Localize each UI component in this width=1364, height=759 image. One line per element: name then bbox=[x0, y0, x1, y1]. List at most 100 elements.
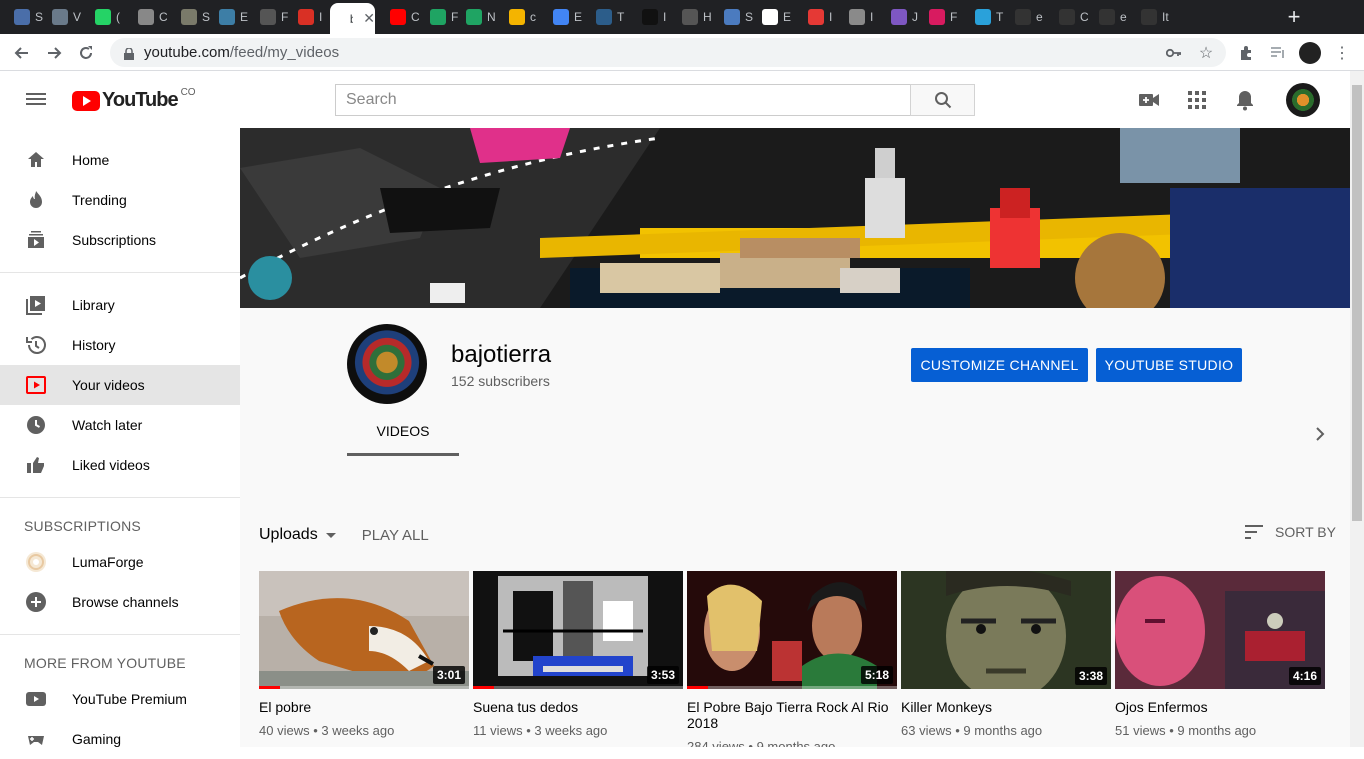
browser-tab[interactable]: F bbox=[252, 4, 289, 30]
browser-tab[interactable]: e bbox=[1091, 4, 1128, 30]
sidebar-item-label: Liked videos bbox=[72, 457, 150, 473]
youtube-logo[interactable]: YouTube CO bbox=[72, 87, 196, 112]
add-circle-icon bbox=[24, 590, 48, 614]
sidebar-item-browse-channels[interactable]: Browse channels bbox=[0, 582, 240, 622]
profile-avatar[interactable] bbox=[1299, 42, 1321, 64]
tab-favicon bbox=[260, 9, 276, 25]
browser-tab[interactable]: C bbox=[130, 4, 167, 30]
sidebar-item-liked-videos[interactable]: Liked videos bbox=[0, 445, 240, 485]
search-button[interactable] bbox=[910, 84, 975, 116]
browser-tab[interactable]: H bbox=[674, 4, 711, 30]
browser-tab[interactable]: E bbox=[545, 4, 582, 30]
media-control-icon[interactable] bbox=[1267, 42, 1289, 64]
sidebar-item-gaming[interactable]: Gaming bbox=[0, 719, 240, 759]
guide-menu-icon[interactable] bbox=[24, 90, 48, 110]
tab-title: e bbox=[1036, 10, 1043, 24]
video-title[interactable]: Killer Monkeys bbox=[901, 699, 1111, 715]
browser-tab[interactable]: E bbox=[754, 4, 791, 30]
apps-grid-icon[interactable] bbox=[1185, 88, 1209, 112]
tab-favicon bbox=[891, 9, 907, 25]
browser-tab[interactable]: S bbox=[716, 4, 753, 30]
search-input[interactable]: Search bbox=[335, 84, 911, 116]
key-icon[interactable] bbox=[1163, 42, 1185, 64]
video-thumbnail[interactable]: 3:38 bbox=[901, 571, 1111, 689]
tab-favicon bbox=[975, 9, 991, 25]
video-thumbnail[interactable]: 3:53 bbox=[473, 571, 683, 689]
browser-menu-icon[interactable]: ⋮ bbox=[1331, 42, 1353, 64]
video-thumbnail[interactable]: 3:01 bbox=[259, 571, 469, 689]
video-title[interactable]: Ojos Enfermos bbox=[1115, 699, 1325, 715]
scrollbar-thumb[interactable] bbox=[1352, 85, 1362, 521]
video-card[interactable]: 3:01 El pobre 40 views • 3 weeks ago bbox=[259, 571, 469, 738]
address-bar[interactable]: youtube.com/feed/my_videos bbox=[110, 38, 1226, 67]
channel-page: bajotierra 152 subscribers CUSTOMIZE CHA… bbox=[240, 128, 1350, 747]
sidebar-item-library[interactable]: Library bbox=[0, 285, 240, 325]
tab-videos[interactable]: VIDEOS bbox=[347, 408, 459, 456]
video-title[interactable]: El pobre bbox=[259, 699, 469, 715]
forward-button[interactable] bbox=[42, 41, 66, 65]
tab-favicon bbox=[808, 9, 824, 25]
video-card[interactable]: 4:16 Ojos Enfermos 51 views • 9 months ago bbox=[1115, 571, 1325, 738]
browser-tab[interactable]: I bbox=[634, 4, 671, 30]
tab-favicon bbox=[430, 9, 446, 25]
browser-tab[interactable]: b ✕ bbox=[330, 3, 375, 34]
account-avatar[interactable] bbox=[1286, 83, 1320, 117]
sidebar-item-your-videos[interactable]: Your videos bbox=[0, 365, 240, 405]
sidebar-item-youtube-premium[interactable]: YouTube Premium bbox=[0, 679, 240, 719]
browser-tab[interactable]: S bbox=[6, 4, 43, 30]
browser-tab[interactable]: c bbox=[501, 4, 538, 30]
tab-title: N bbox=[487, 10, 495, 24]
browser-tab[interactable]: ( bbox=[87, 4, 124, 30]
browser-tab[interactable]: I bbox=[800, 4, 837, 30]
video-thumbnail[interactable]: 4:16 bbox=[1115, 571, 1325, 689]
browser-tab[interactable]: T bbox=[588, 4, 625, 30]
browser-tab[interactable]: I bbox=[290, 4, 327, 30]
chevron-right-icon[interactable] bbox=[1310, 424, 1330, 444]
extensions-icon[interactable] bbox=[1235, 42, 1257, 64]
sidebar-item-watch-later[interactable]: Watch later bbox=[0, 405, 240, 445]
browser-tab[interactable]: F bbox=[422, 4, 459, 30]
sidebar-item-history[interactable]: History bbox=[0, 325, 240, 365]
subscriber-count: 152 subscribers bbox=[451, 373, 550, 389]
url-host: youtube.com bbox=[144, 44, 230, 61]
video-thumbnail[interactable]: 5:18 bbox=[687, 571, 897, 689]
video-title[interactable]: Suena tus dedos bbox=[473, 699, 683, 715]
reload-button[interactable] bbox=[74, 41, 98, 65]
tab-favicon bbox=[1099, 9, 1115, 25]
sort-by-button[interactable]: SORT BY bbox=[1243, 523, 1336, 541]
browser-tab[interactable]: C bbox=[1051, 4, 1088, 30]
browser-tab[interactable]: I bbox=[841, 4, 878, 30]
sidebar-item-lumaforge[interactable]: LumaForge bbox=[0, 542, 240, 582]
browser-tab[interactable]: C bbox=[382, 4, 419, 30]
browser-tab[interactable]: S bbox=[173, 4, 210, 30]
sidebar-item-trending[interactable]: Trending bbox=[0, 180, 240, 220]
video-card[interactable]: 5:18 El Pobre Bajo Tierra Rock Al Rio 201… bbox=[687, 571, 897, 747]
new-tab-button[interactable]: + bbox=[1284, 4, 1304, 30]
back-button[interactable] bbox=[10, 41, 34, 65]
browser-tab[interactable]: T bbox=[967, 4, 1004, 30]
browser-tab[interactable]: N bbox=[458, 4, 495, 30]
page-scrollbar[interactable] bbox=[1350, 71, 1364, 747]
video-title[interactable]: El Pobre Bajo Tierra Rock Al Rio 2018 bbox=[687, 699, 897, 731]
create-video-icon[interactable] bbox=[1137, 88, 1161, 112]
close-tab-icon[interactable]: ✕ bbox=[363, 10, 375, 27]
bookmark-star-icon[interactable]: ☆ bbox=[1195, 42, 1217, 64]
browser-tab[interactable]: E bbox=[211, 4, 248, 30]
browser-tab[interactable]: e bbox=[1007, 4, 1044, 30]
browser-tab[interactable]: F bbox=[921, 4, 958, 30]
sidebar-item-subscriptions[interactable]: Subscriptions bbox=[0, 220, 240, 260]
video-card[interactable]: 3:38 Killer Monkeys 63 views • 9 months ag… bbox=[901, 571, 1111, 738]
chevron-down-icon[interactable] bbox=[325, 532, 336, 538]
browser-tab[interactable]: It bbox=[1133, 4, 1170, 30]
customize-channel-button[interactable]: CUSTOMIZE CHANNEL bbox=[911, 348, 1088, 382]
browser-tab[interactable]: J bbox=[883, 4, 920, 30]
notifications-bell-icon[interactable] bbox=[1233, 88, 1257, 112]
uploads-dropdown[interactable]: Uploads bbox=[259, 526, 318, 544]
more-from-youtube-heading: MORE FROM YOUTUBE bbox=[24, 655, 186, 671]
play-all-button[interactable]: PLAY ALL bbox=[362, 527, 429, 544]
video-card[interactable]: 3:53 Suena tus dedos 11 views • 3 weeks ag… bbox=[473, 571, 683, 738]
tab-favicon bbox=[929, 9, 945, 25]
browser-tab[interactable]: V bbox=[44, 4, 81, 30]
youtube-studio-button[interactable]: YOUTUBE STUDIO bbox=[1096, 348, 1242, 382]
sidebar-item-home[interactable]: Home bbox=[0, 140, 240, 180]
